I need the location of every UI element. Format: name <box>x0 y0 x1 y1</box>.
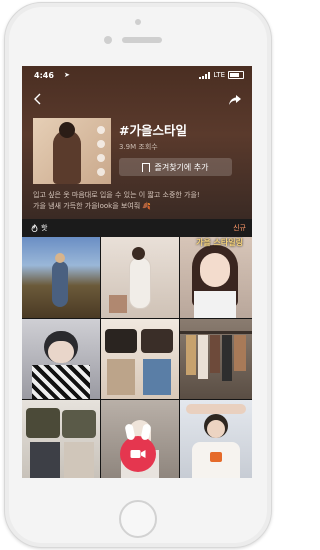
styling-overlay-text: 가을 스타일링 <box>196 238 243 247</box>
video-thumbnail-5[interactable] <box>101 319 179 399</box>
camera-icon <box>130 450 146 458</box>
video-thumbnail-4[interactable] <box>22 319 100 399</box>
tab-new[interactable]: 신규 <box>233 223 246 233</box>
video-thumbnail-9[interactable] <box>180 400 252 478</box>
cover-side-icons <box>97 126 107 178</box>
record-video-button[interactable] <box>120 423 156 472</box>
app-screen: 4:46 ➤ LTE #가을스타일 3.9M 조회수 즐겨찾기에 추가 입고 싶… <box>22 66 252 478</box>
front-camera <box>104 36 112 44</box>
add-to-favorites-button[interactable]: 즐겨찾기에 추가 <box>119 158 232 176</box>
video-thumbnail-7[interactable] <box>22 400 100 478</box>
hashtag-description: 입고 싶은 옷 마음대로 입을 수 있는 이 짧고 소중한 가을! 가을 냄새 … <box>33 190 245 212</box>
video-thumbnail-3[interactable]: 가을 스타일링 <box>180 237 252 318</box>
cover-person <box>53 130 81 184</box>
status-time: 4:46 <box>34 71 54 80</box>
home-button[interactable] <box>119 500 157 538</box>
view-count: 3.9M 조회수 <box>119 143 158 151</box>
sort-tabs: 핫 신규 <box>22 219 252 237</box>
fire-icon <box>31 224 38 232</box>
share-icon[interactable] <box>228 94 242 106</box>
video-thumbnail-2[interactable] <box>101 237 179 318</box>
network-type: LTE <box>213 71 225 79</box>
hashtag-cover-image <box>33 118 111 184</box>
description-line-2: 가을 냄새 가득한 가을look을 보여줘 🍂 <box>33 202 152 210</box>
tab-hot-label: 핫 <box>41 224 48 232</box>
add-to-favorites-label: 즐겨찾기에 추가 <box>154 162 209 172</box>
earpiece-speaker <box>122 37 162 43</box>
cover-person-head <box>59 122 75 138</box>
back-icon[interactable] <box>33 93 43 105</box>
video-thumbnail-1[interactable] <box>22 237 100 318</box>
tab-hot[interactable]: 핫 <box>31 223 47 233</box>
description-line-1: 입고 싶은 옷 마음대로 입을 수 있는 이 짧고 소중한 가을! <box>33 191 200 199</box>
location-arrow-icon: ➤ <box>64 71 70 79</box>
video-thumbnail-6[interactable] <box>180 319 252 399</box>
status-indicators: LTE <box>199 71 244 79</box>
signal-icon <box>199 71 211 79</box>
hashtag-title: #가을스타일 <box>119 123 187 138</box>
hashtag-header: 4:46 ➤ LTE #가을스타일 3.9M 조회수 즐겨찾기에 추가 입고 싶… <box>22 66 252 219</box>
status-bar: 4:46 ➤ LTE <box>22 70 252 84</box>
bookmark-icon <box>142 162 151 172</box>
sensor-dot <box>135 19 141 25</box>
battery-icon <box>228 71 244 79</box>
